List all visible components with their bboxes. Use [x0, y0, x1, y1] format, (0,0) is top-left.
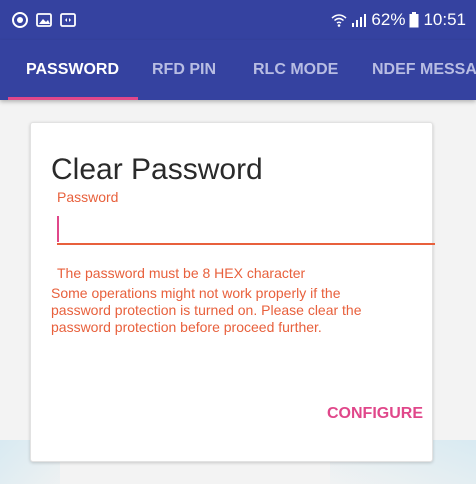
- tab-indicator: [8, 97, 138, 100]
- clear-password-card: Clear Password Password The password mus…: [30, 122, 435, 462]
- status-bar: 62% 10:51: [0, 0, 476, 40]
- status-icons-right: 62% 10:51: [331, 10, 466, 30]
- screen-mirror-icon: [60, 13, 76, 27]
- text-cursor: [57, 216, 59, 242]
- tab-bar: PASSWORD RFD PIN RLC MODE NDEF MESSA: [0, 40, 476, 100]
- password-hint: The password must be 8 HEX character: [57, 265, 306, 281]
- status-icons-left: [12, 12, 76, 28]
- tab-ndef-message[interactable]: NDEF MESSA: [372, 40, 476, 100]
- tab-rlc-mode[interactable]: RLC MODE: [253, 40, 338, 100]
- app-notification-icon: [12, 12, 28, 28]
- status-time: 10:51: [423, 10, 466, 29]
- wifi-icon: [331, 14, 347, 27]
- configure-button[interactable]: CONFIGURE: [316, 401, 434, 427]
- tab-rfd-pin[interactable]: RFD PIN: [152, 40, 216, 100]
- signal-icon: [352, 14, 367, 27]
- battery-icon: [409, 12, 419, 28]
- card-title: Clear Password: [51, 153, 263, 186]
- warning-message: Some operations might not work properly …: [51, 285, 362, 335]
- password-input[interactable]: [57, 213, 435, 245]
- tab-password[interactable]: PASSWORD: [26, 40, 119, 100]
- image-icon: [36, 13, 52, 27]
- password-field-label: Password: [57, 189, 119, 205]
- password-field-wrap: [57, 213, 435, 249]
- battery-percent: 62%: [371, 10, 406, 29]
